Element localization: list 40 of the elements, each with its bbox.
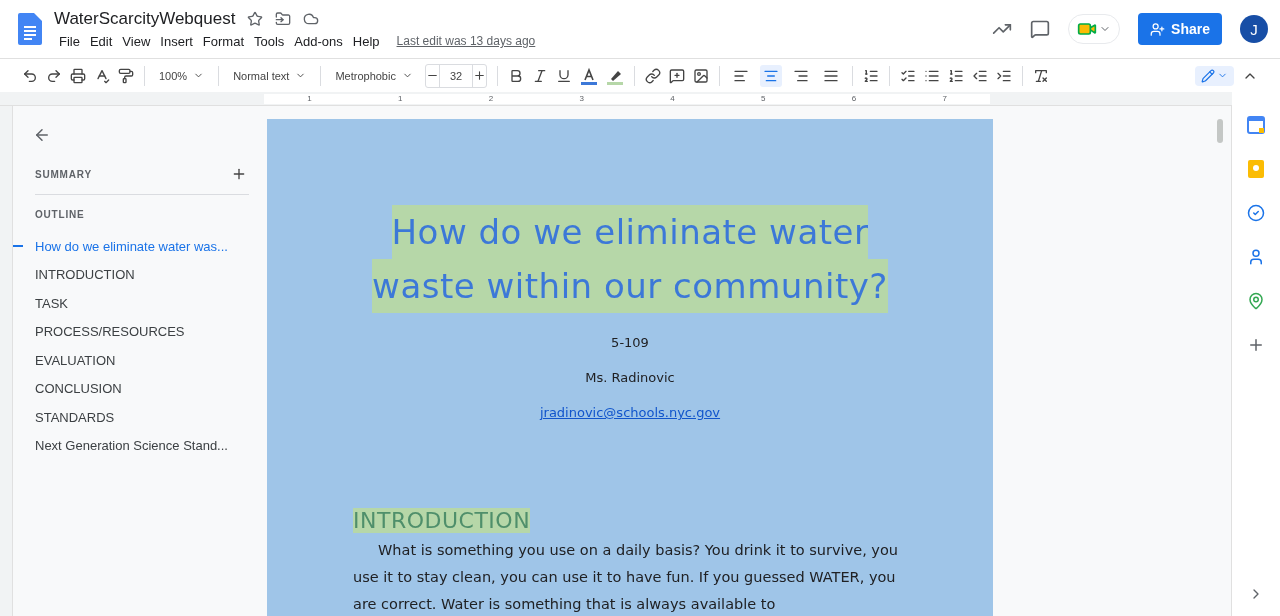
- outline-item[interactable]: TASK: [13, 289, 257, 318]
- paragraph: What is something you use on a daily basis? You drink it to survive, you use it to stay clean, you can use it to have fun. If you guessed WATER, you are correct. Water is something that is always available to: [353, 541, 898, 614]
- menu-item[interactable]: Add-ons: [289, 32, 348, 50]
- outline-item[interactable]: EVALUATION: [13, 346, 257, 375]
- last-edit-link[interactable]: Last edit was 13 days ago: [396, 34, 536, 48]
- menu-item[interactable]: View: [117, 32, 156, 50]
- avatar[interactable]: J: [1240, 15, 1268, 43]
- style-dropdown[interactable]: Normal text: [229, 69, 311, 82]
- ruler-number: 2: [487, 93, 495, 104]
- ruler-number: 6: [850, 93, 858, 104]
- outline-item[interactable]: STANDARDS: [13, 403, 257, 432]
- outline-item[interactable]: PROCESS/RESOURCES: [13, 317, 257, 346]
- document-title-heading: How do we eliminate water: [391, 205, 869, 259]
- outline-item[interactable]: How do we eliminate water was...: [13, 232, 257, 261]
- class-text: 5-109: [611, 335, 649, 350]
- menu-item[interactable]: Help: [347, 32, 385, 50]
- ruler-number: 4: [669, 93, 676, 104]
- section-heading: INTRODUCTION: [353, 508, 531, 533]
- outline-item[interactable]: INTRODUCTION: [13, 260, 257, 289]
- outline-item[interactable]: Next Generation Science Stand...: [13, 431, 257, 460]
- menu-item[interactable]: Insert: [155, 32, 198, 50]
- outline-heading: OUTLINE: [35, 209, 85, 220]
- menu-item[interactable]: Format: [197, 32, 249, 50]
- email-link[interactable]: jradinovic@schools.nyc.gov: [539, 405, 721, 420]
- font-dropdown[interactable]: Metrophobic: [331, 69, 417, 82]
- ruler-number: 3: [578, 93, 585, 104]
- summary-heading: SUMMARY: [35, 168, 92, 180]
- zoom-dropdown[interactable]: 100%: [155, 69, 209, 82]
- outline-item[interactable]: CONCLUSION: [13, 374, 257, 403]
- menu-item[interactable]: Tools: [249, 32, 290, 50]
- ruler-number: 1: [396, 93, 404, 104]
- ruler-number: 1: [306, 93, 313, 104]
- ruler-number: 5: [759, 93, 767, 104]
- document-title: WaterScarcityWebquest: [54, 8, 236, 29]
- document-title-heading: waste within our community?: [372, 259, 888, 313]
- ruler-number: 7: [941, 93, 948, 104]
- teacher-text: Ms. Radinovic: [585, 370, 675, 385]
- share-button[interactable]: Share: [1138, 13, 1222, 45]
- menu-item[interactable]: File: [54, 32, 85, 50]
- menu-item[interactable]: Edit: [84, 32, 118, 50]
